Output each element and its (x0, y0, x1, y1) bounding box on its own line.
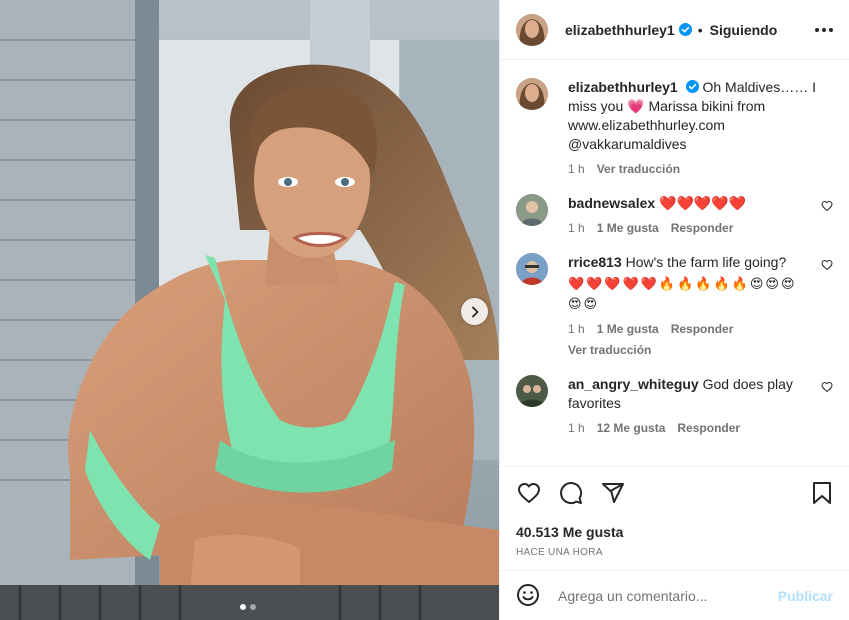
post-media[interactable] (0, 0, 499, 620)
comment-username[interactable]: rrice813 (568, 254, 622, 270)
post-side-panel: elizabethhurley1 • Siguiendo elizabethhu… (499, 0, 849, 620)
comment-item: an_angry_whiteguy God does play favorite… (516, 375, 833, 435)
carousel-next-button[interactable] (461, 298, 488, 325)
comment-text: How's the farm life going? (625, 254, 787, 270)
comment-icon (560, 481, 583, 504)
comment-username[interactable]: an_angry_whiteguy (568, 376, 699, 392)
post-header: elizabethhurley1 • Siguiendo (500, 0, 849, 60)
caption-translate-link[interactable]: Ver traducción (597, 162, 680, 176)
caption-username[interactable]: elizabethhurley1 (568, 79, 678, 95)
following-button[interactable]: Siguiendo (710, 22, 778, 38)
verified-icon (685, 80, 699, 93)
caption-emoji: 💗 (627, 98, 645, 114)
heart-icon[interactable] (821, 259, 833, 271)
caption-time[interactable]: 1 h (568, 162, 585, 176)
heart-icon[interactable] (821, 200, 833, 212)
comment-input[interactable] (558, 587, 778, 604)
comment-time[interactable]: 1 h (568, 421, 585, 435)
carousel-dot (250, 604, 256, 610)
add-comment-bar: Publicar (500, 570, 849, 620)
comment-reply-button[interactable]: Responder (677, 421, 740, 435)
comment-time[interactable]: 1 h (568, 221, 585, 235)
author-avatar[interactable] (516, 13, 548, 46)
comment-translate-link[interactable]: Ver traducción (568, 343, 811, 357)
author-username[interactable]: elizabethhurley1 (565, 22, 675, 38)
comment-likes[interactable]: 1 Me gusta (597, 221, 659, 235)
publish-button[interactable]: Publicar (778, 588, 833, 604)
share-button[interactable] (600, 480, 626, 506)
more-icon (815, 27, 819, 32)
comment-reply-button[interactable]: Responder (671, 221, 734, 235)
comments-list[interactable]: elizabethhurley1 Oh Maldives…… I miss yo… (500, 60, 849, 466)
comment-reply-button[interactable]: Responder (671, 322, 734, 336)
post-timestamp[interactable]: HACE UNA HORA (500, 540, 849, 570)
like-button[interactable] (516, 480, 542, 506)
comment-text: ❤️❤️❤️❤️❤️ (659, 195, 747, 211)
save-icon (813, 481, 831, 504)
comment-time[interactable]: 1 h (568, 322, 585, 336)
heart-icon (518, 482, 540, 503)
post-actions (500, 466, 849, 518)
commenter-avatar[interactable] (516, 375, 548, 407)
commenter-avatar[interactable] (516, 253, 548, 285)
comment-likes[interactable]: 12 Me gusta (597, 421, 666, 435)
comment-username[interactable]: badnewsalex (568, 195, 655, 211)
comment-emoji-line: ❤️❤️❤️❤️❤️🔥🔥🔥🔥🔥😍😍😍😍😍 (568, 276, 797, 311)
more-options-button[interactable] (809, 22, 833, 38)
emoji-button[interactable] (516, 583, 542, 609)
emoji-icon (517, 583, 539, 606)
comment-item: rrice813 How's the farm life going? ❤️❤️… (516, 253, 833, 357)
post-caption: elizabethhurley1 Oh Maldives…… I miss yo… (516, 78, 833, 176)
header-separator: • (697, 21, 703, 38)
verified-icon (678, 23, 692, 36)
heart-icon[interactable] (821, 381, 833, 393)
share-icon (602, 482, 624, 503)
post-dialog: elizabethhurley1 • Siguiendo elizabethhu… (0, 0, 849, 620)
caption-avatar[interactable] (516, 78, 548, 110)
comment-button[interactable] (558, 480, 584, 506)
post-photo (0, 0, 499, 620)
carousel-dot-active (240, 604, 246, 610)
commenter-avatar[interactable] (516, 194, 548, 226)
comment-likes[interactable]: 1 Me gusta (597, 322, 659, 336)
save-button[interactable] (809, 480, 835, 506)
like-count[interactable]: 40.513 Me gusta (500, 518, 849, 540)
carousel-indicator (240, 604, 256, 610)
comment-item: badnewsalex ❤️❤️❤️❤️❤️ 1 h 1 Me gusta Re… (516, 194, 833, 235)
chevron-right-icon (471, 306, 478, 317)
